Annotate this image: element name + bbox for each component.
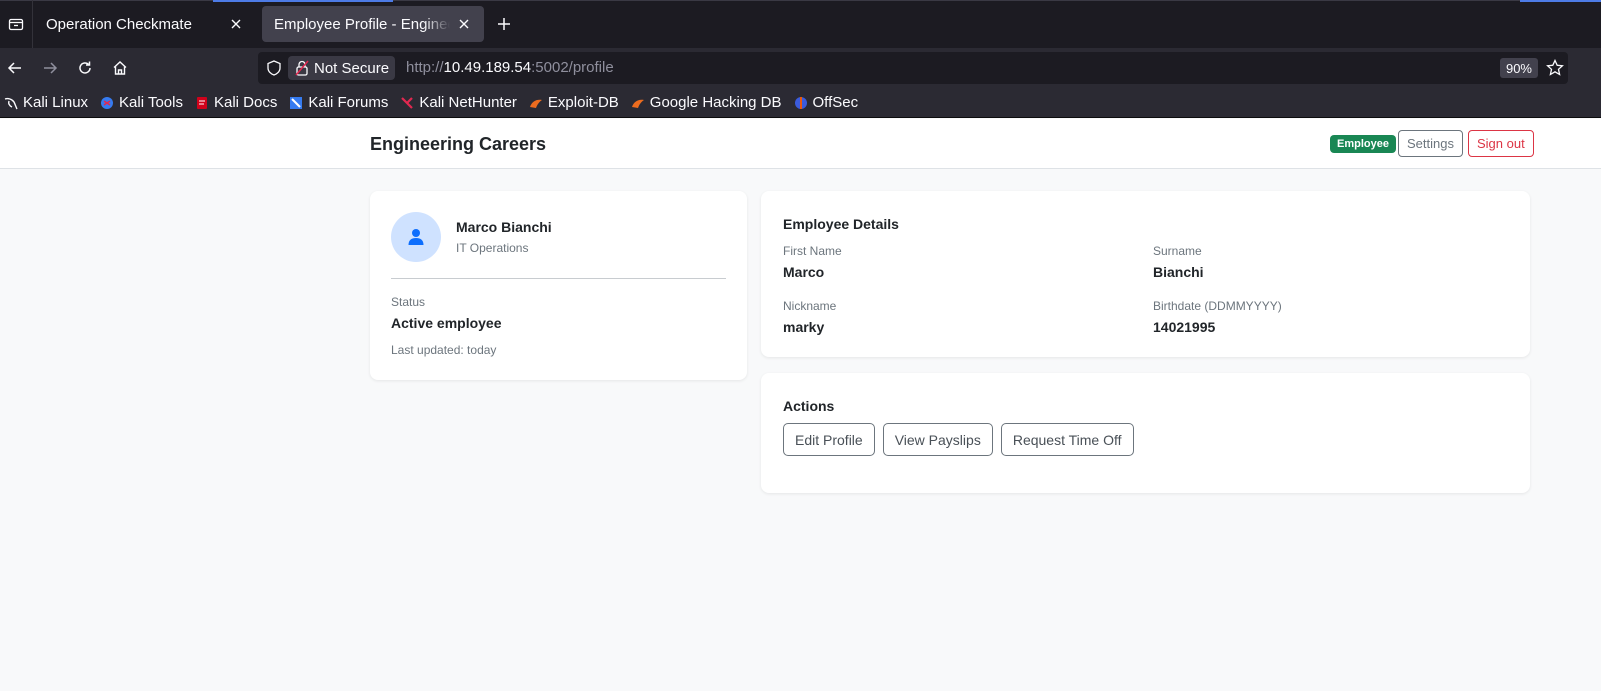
close-icon [459,19,469,29]
employee-details-card: Employee Details First Name Marco Surnam… [761,191,1530,357]
url-host: 10.49.189.54 [443,59,532,76]
edit-profile-button[interactable]: Edit Profile [783,423,875,456]
profile-name: Marco Bianchi [456,219,552,235]
tab-title: Employee Profile - Engineering Careers [274,15,450,33]
browser-nav-bar: Not Secure http://10.49.189.54:5002/prof… [0,48,1601,88]
kali-dragon-icon [4,97,18,109]
nickname-label: Nickname [783,299,837,313]
request-time-off-button[interactable]: Request Time Off [1000,423,1134,456]
actions-button-row: Edit Profile View Payslips Request Time … [783,423,1134,456]
first-name-value: Marco [783,264,825,280]
tab-accent-right [1520,0,1601,2]
bookmark-label: Kali Forums [308,94,389,111]
page-content: Engineering Careers Employee Settings Si… [0,119,1601,691]
bookmark-label: Google Hacking DB [649,94,782,111]
home-icon [113,61,127,75]
close-icon [231,19,241,29]
profile-department: IT Operations [456,241,529,255]
birthdate-value: 14021995 [1153,319,1216,335]
view-payslips-button[interactable]: View Payslips [882,423,993,456]
kali-nethunter-icon [401,96,414,109]
tab-list-button[interactable] [0,0,33,48]
bookmark-star-icon[interactable] [1546,59,1564,77]
bookmark-kali-nethunter[interactable]: Kali NetHunter [400,94,517,111]
surname-value: Bianchi [1153,264,1204,280]
kali-tools-icon [101,96,114,109]
user-icon [408,229,424,245]
offsec-icon [794,96,807,109]
actions-title: Actions [783,398,835,414]
home-button[interactable] [108,56,132,80]
tab-operation-checkmate[interactable]: Operation Checkmate [34,6,256,42]
profile-card: Marco Bianchi IT Operations Status Activ… [370,191,747,380]
reload-icon [79,61,91,74]
bookmark-label: Kali NetHunter [419,94,517,111]
surname-field: Surname Bianchi [1153,244,1204,280]
zoom-indicator[interactable]: 90% [1499,58,1538,78]
url-text[interactable]: http://10.49.189.54:5002/profile [406,59,614,76]
insecure-lock-icon [295,60,309,76]
tab-close-button[interactable] [456,16,472,32]
surname-label: Surname [1153,244,1202,258]
status-label: Status [391,295,426,309]
kali-docs-icon [196,96,207,109]
tab-list-icon [8,18,24,31]
nickname-field: Nickname marky [783,299,836,335]
plus-icon [498,18,510,30]
exploit-db-icon [529,99,542,108]
not-secure-indicator[interactable]: Not Secure [288,56,396,80]
ghdb-icon [631,99,644,108]
birthdate-label: Birthdate (DDMMYYYY) [1153,299,1282,313]
not-secure-label: Not Secure [314,59,390,77]
site-header: Engineering Careers Employee Settings Si… [0,119,1601,169]
bookmark-kali-tools[interactable]: Kali Tools [100,94,183,111]
bookmark-label: Kali Tools [119,94,183,111]
employee-details-title: Employee Details [783,216,899,232]
tab-close-button[interactable] [228,16,244,32]
settings-button[interactable]: Settings [1398,130,1463,157]
tab-title: Operation Checkmate [46,15,192,33]
bookmark-exploit-db[interactable]: Exploit-DB [529,94,619,111]
arrow-right-icon [44,62,58,74]
birthdate-field: Birthdate (DDMMYYYY) 14021995 [1153,299,1282,335]
first-name-field: First Name Marco [783,244,842,280]
shield-icon[interactable] [266,60,282,76]
profile-divider [391,278,726,279]
sign-out-button[interactable]: Sign out [1468,130,1534,157]
arrow-left-icon [7,62,21,74]
reload-button[interactable] [73,56,97,80]
last-updated-text: Last updated: today [391,343,497,357]
url-scheme: http:// [406,59,444,76]
nickname-value: marky [783,319,825,335]
avatar [391,212,441,262]
tab-employee-profile[interactable]: Employee Profile - Engineering Careers [262,6,484,42]
bookmark-offsec[interactable]: OffSec [794,94,859,111]
back-button[interactable] [3,56,27,80]
bookmark-label: Kali Linux [23,94,89,111]
bookmark-kali-docs[interactable]: Kali Docs [195,94,277,111]
url-bar[interactable]: Not Secure http://10.49.189.54:5002/prof… [258,52,1568,84]
actions-card: Actions Edit Profile View Payslips Reque… [761,373,1530,493]
url-path: :5002/profile [531,59,614,76]
status-value: Active employee [391,315,502,331]
first-name-label: First Name [783,244,842,258]
bookmark-kali-forums[interactable]: Kali Forums [289,94,388,111]
bookmark-label: Exploit-DB [547,94,619,111]
forward-button[interactable] [38,56,62,80]
bookmark-label: OffSec [812,94,859,111]
kali-forums-icon [290,96,303,109]
bookmark-label: Kali Docs [213,94,278,111]
tab-loading-accent [213,0,393,2]
role-badge: Employee [1330,135,1396,153]
new-tab-button[interactable] [493,13,515,35]
browser-tab-bar: Operation Checkmate Employee Profile - E… [0,0,1601,48]
bookmark-google-hacking-db[interactable]: Google Hacking DB [631,94,782,111]
bookmark-kali-linux[interactable]: Kali Linux [4,94,88,111]
site-brand[interactable]: Engineering Careers [370,134,546,155]
bookmarks-toolbar: Kali Linux Kali Tools Kali Docs Kali For… [0,88,1601,118]
